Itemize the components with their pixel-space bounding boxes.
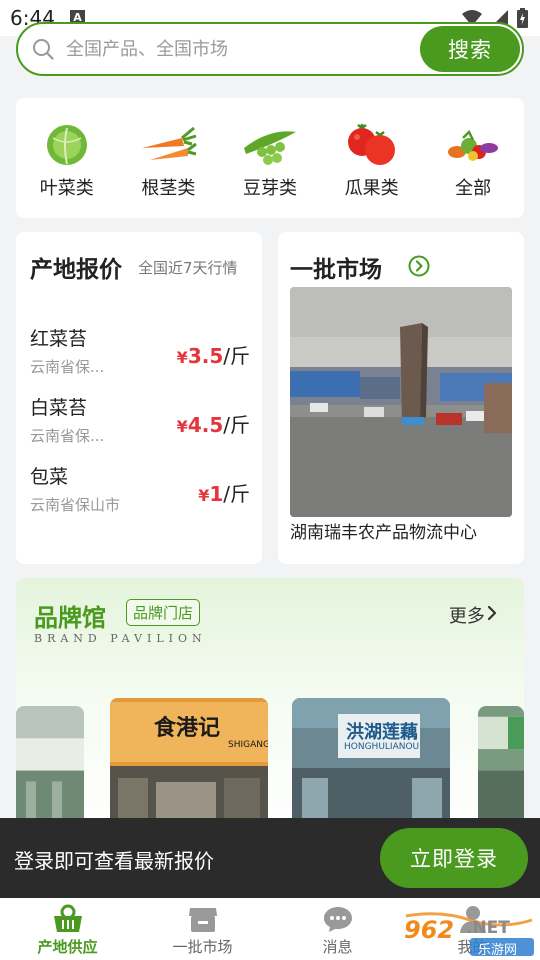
store-card[interactable] — [478, 706, 524, 828]
category-label: 全部 — [455, 178, 492, 199]
store-card[interactable] — [16, 706, 84, 828]
product-name: 白菜苔 — [30, 397, 88, 419]
brand-pavilion: 品牌馆 品牌门店 BRAND PAVILION 更多 食港记 SHIGANGJI — [16, 578, 524, 828]
product-price: ¥3.5/斤 — [176, 344, 250, 368]
basket-icon — [53, 904, 82, 932]
watermark-brand: 962 — [404, 916, 455, 944]
market-name: 湖南瑞丰农产品物流中心 — [290, 523, 477, 543]
cabbage-icon — [46, 125, 87, 165]
login-button[interactable]: 立即登录 — [380, 828, 528, 888]
store-icon — [188, 908, 217, 932]
watermark-domain: .NET — [466, 918, 510, 938]
tab-messages[interactable]: 消息 — [270, 898, 405, 960]
search-button[interactable]: 搜索 — [420, 26, 520, 72]
product-name: 包菜 — [30, 466, 69, 488]
price-panel[interactable]: 产地报价 全国近7天行情 红菜苔 云南省保... ¥3.5/斤 白菜苔 云南省保… — [16, 232, 262, 564]
tab-label: 一批市场 — [172, 938, 233, 956]
chevron-right-icon[interactable] — [486, 605, 498, 621]
search-bar: 搜索 — [16, 22, 524, 76]
price-row[interactable]: 红菜苔 云南省保... ¥3.5/斤 — [30, 324, 250, 380]
store-sign: 食港记 — [154, 716, 221, 741]
site-watermark: 962 .NET 乐游网 — [400, 910, 536, 958]
tab-supply[interactable]: 产地供应 — [0, 898, 135, 960]
category-label: 叶菜类 — [39, 178, 94, 199]
product-name: 红菜苔 — [30, 328, 88, 350]
product-price: ¥4.5/斤 — [176, 413, 250, 437]
brand-subtitle: BRAND PAVILION — [34, 632, 207, 645]
product-origin: 云南省保... — [30, 427, 105, 445]
login-prompt-text: 登录即可查看最新报价 — [14, 849, 214, 873]
category-label: 根茎类 — [141, 178, 196, 199]
store-sign-en: HONGHULIANOU — [344, 742, 420, 752]
category-item-leafy[interactable]: 叶菜类 — [16, 98, 118, 218]
tab-label: 消息 — [322, 938, 353, 956]
battery-icon — [517, 8, 528, 28]
tab-market[interactable]: 一批市场 — [135, 898, 270, 960]
market-panel[interactable]: 一批市场 湖南瑞丰农产品物流中心 — [278, 232, 524, 564]
category-item-sprouts[interactable]: 豆芽类 — [219, 98, 321, 218]
peas-icon — [243, 131, 296, 165]
store-sign: 洪湖莲藕 — [346, 722, 418, 743]
product-origin: 云南省保... — [30, 358, 105, 376]
price-panel-subtitle: 全国近7天行情 — [138, 259, 238, 277]
category-label: 豆芽类 — [242, 178, 297, 199]
store-card-honghulianou[interactable]: 洪湖莲藕 HONGHULIANOU — [292, 698, 450, 828]
search-icon — [33, 39, 54, 60]
chevron-right-circle-icon[interactable] — [408, 255, 430, 277]
login-prompt: 登录即可查看最新报价 立即登录 — [0, 818, 540, 898]
tomato-icon — [347, 124, 395, 165]
market-panel-title: 一批市场 — [290, 257, 382, 283]
carrot-icon — [142, 126, 198, 160]
tab-label: 产地供应 — [37, 938, 98, 956]
market-photo[interactable] — [290, 287, 512, 517]
watermark-site: 乐游网 — [478, 943, 518, 958]
store-card-shigangji[interactable]: 食港记 SHIGANGJI — [110, 698, 268, 828]
price-panel-title: 产地报价 — [30, 257, 122, 283]
brand-badge: 品牌门店 — [126, 599, 201, 626]
product-price: ¥1/斤 — [198, 482, 250, 506]
category-label: 瓜果类 — [344, 178, 399, 199]
category-panel: 叶菜类 根茎类 豆芽类 瓜果类 全部 — [16, 98, 524, 218]
brand-title: 品牌馆 — [34, 604, 106, 632]
mixed-vegetables-icon — [448, 129, 499, 161]
category-item-root[interactable]: 根茎类 — [118, 98, 220, 218]
category-item-all[interactable]: 全部 — [422, 98, 524, 218]
search-input[interactable] — [66, 32, 406, 66]
product-origin: 云南省保山市 — [30, 496, 121, 514]
price-row[interactable]: 包菜 云南省保山市 ¥1/斤 — [30, 462, 250, 518]
store-sign-en: SHIGANGJI — [228, 740, 268, 750]
chat-bubble-icon — [323, 907, 352, 932]
price-row[interactable]: 白菜苔 云南省保... ¥4.5/斤 — [30, 393, 250, 449]
category-item-fruit[interactable]: 瓜果类 — [321, 98, 423, 218]
